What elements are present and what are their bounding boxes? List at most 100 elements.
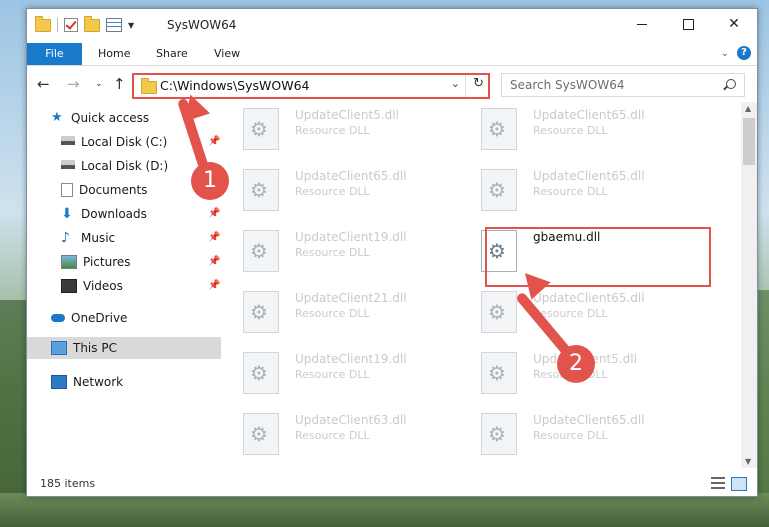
file-type: Resource DLL xyxy=(295,307,370,320)
step-badge-2: 2 xyxy=(557,345,595,383)
pin-icon[interactable]: 📌 xyxy=(208,208,220,219)
new-folder-icon[interactable] xyxy=(84,15,100,32)
file-type: Resource DLL xyxy=(295,185,370,198)
sidebar-item-quick-access[interactable]: ★ Quick access xyxy=(51,107,149,129)
tab-view[interactable]: View xyxy=(214,43,240,65)
sidebar-item-label: Local Disk (C:) xyxy=(81,135,168,149)
drive-icon xyxy=(61,160,75,172)
pin-icon[interactable]: 📌 xyxy=(208,256,220,267)
dll-file-icon xyxy=(243,230,279,272)
scroll-down-arrow-icon[interactable]: ▼ xyxy=(745,457,751,466)
recent-locations-chevron-icon[interactable]: ⌄ xyxy=(95,79,103,89)
refresh-icon[interactable]: ↻ xyxy=(473,76,484,91)
file-name: UpdateClient65.dll xyxy=(533,169,645,183)
dll-file-icon xyxy=(481,413,517,455)
expand-ribbon-chevron-icon[interactable]: ⌄ xyxy=(721,48,729,59)
pin-icon[interactable]: 📌 xyxy=(208,280,220,291)
sidebar-item-label: Pictures xyxy=(83,255,131,269)
file-name: UpdateClient65.dll xyxy=(533,291,645,305)
sidebar-item-onedrive[interactable]: OneDrive xyxy=(51,307,127,329)
cloud-icon xyxy=(51,314,65,322)
quick-access-toolbar: ▼ xyxy=(35,15,134,32)
file-type: Resource DLL xyxy=(295,246,370,259)
list-item[interactable]: UpdateClient19.dll Resource DLL xyxy=(225,224,457,280)
search-input[interactable]: Search SysWOW64 xyxy=(510,78,624,92)
title-bar: ▼ SysWOW64 ✕ xyxy=(27,9,757,43)
sidebar-item-videos[interactable]: Videos xyxy=(61,275,123,297)
scroll-up-arrow-icon[interactable]: ▲ xyxy=(745,104,751,113)
ribbon-tabs: File Home Share View ⌄ ? xyxy=(27,43,757,66)
properties-icon[interactable] xyxy=(106,18,122,32)
large-icons-view-icon[interactable] xyxy=(731,477,747,491)
sidebar-item-label: OneDrive xyxy=(71,311,128,325)
file-name: UpdateClient19.dll xyxy=(295,230,407,244)
sidebar-item-local-disk-c[interactable]: Local Disk (C:) xyxy=(61,131,167,153)
dll-file-icon xyxy=(243,108,279,150)
list-item[interactable]: UpdateClient5.dll Resource DLL xyxy=(225,102,457,158)
dll-file-icon xyxy=(481,169,517,211)
sidebar-item-network[interactable]: Network xyxy=(51,371,123,393)
download-icon: ⬇ xyxy=(61,206,73,222)
help-icon[interactable]: ? xyxy=(737,46,751,60)
up-arrow-icon[interactable]: ↑ xyxy=(113,75,126,93)
sidebar-item-label: Music xyxy=(81,231,116,245)
pin-icon[interactable]: 📌 xyxy=(208,232,220,243)
list-item[interactable]: UpdateClient63.dll Resource DLL xyxy=(225,407,457,463)
list-item[interactable]: UpdateClient65.dll Resource DLL xyxy=(463,407,695,463)
maximize-button[interactable] xyxy=(665,9,711,39)
minimize-button[interactable] xyxy=(619,9,665,39)
file-name: UpdateClient19.dll xyxy=(295,352,407,366)
music-icon: ♪ xyxy=(61,230,70,246)
videos-icon xyxy=(61,279,77,293)
details-view-icon[interactable] xyxy=(711,477,725,489)
dll-file-icon xyxy=(481,352,517,394)
network-icon xyxy=(51,375,67,389)
file-name: UpdateClient65.dll xyxy=(295,169,407,183)
sidebar-item-local-disk-d[interactable]: Local Disk (D:) xyxy=(61,155,168,177)
address-divider xyxy=(465,75,466,97)
navigation-pane: ★ Quick access Local Disk (C:) 📌 Local D… xyxy=(27,102,221,468)
pin-icon[interactable]: 📌 xyxy=(208,136,220,147)
documents-icon xyxy=(61,183,73,197)
back-arrow-icon[interactable]: ← xyxy=(37,75,50,93)
toolbar-divider xyxy=(57,18,58,32)
address-dropdown-chevron-icon[interactable]: ⌄ xyxy=(451,77,460,90)
scrollbar-thumb[interactable] xyxy=(743,118,755,165)
close-icon: ✕ xyxy=(728,16,740,32)
vertical-scrollbar[interactable]: ▲ ▼ xyxy=(741,102,757,468)
customize-toolbar-chevron-icon[interactable]: ▼ xyxy=(128,21,134,30)
file-name: UpdateClient21.dll xyxy=(295,291,407,305)
close-button[interactable]: ✕ xyxy=(711,9,757,39)
search-box[interactable]: Search SysWOW64 xyxy=(501,73,745,97)
tab-share[interactable]: Share xyxy=(156,43,188,65)
sidebar-item-label: Quick access xyxy=(71,111,150,125)
properties-check-icon[interactable] xyxy=(64,18,78,32)
list-item[interactable]: UpdateClient65.dll Resource DLL xyxy=(225,163,457,219)
sidebar-item-music[interactable]: ♪ Music xyxy=(61,227,115,249)
list-item[interactable]: UpdateClient65.dll Resource DLL xyxy=(463,163,695,219)
sidebar-item-downloads[interactable]: ⬇ Downloads xyxy=(61,203,147,225)
file-name: UpdateClient5.dll xyxy=(295,108,399,122)
address-path[interactable]: C:\Windows\SysWOW64 xyxy=(160,78,309,93)
sidebar-item-pictures[interactable]: Pictures xyxy=(61,251,131,273)
explorer-window: ▼ SysWOW64 ✕ File Home Share View ⌄ ? ← … xyxy=(26,8,758,497)
status-bar: 185 items xyxy=(27,472,757,496)
step-badge-1: 1 xyxy=(191,162,229,200)
dll-file-icon xyxy=(243,352,279,394)
file-type: Resource DLL xyxy=(533,124,608,137)
computer-icon xyxy=(51,341,67,355)
dll-file-icon xyxy=(243,169,279,211)
forward-arrow-icon[interactable]: → xyxy=(67,75,80,93)
list-item[interactable]: UpdateClient65.dll Resource DLL xyxy=(463,102,695,158)
tab-home[interactable]: Home xyxy=(98,43,130,65)
sidebar-item-label: Documents xyxy=(79,183,148,197)
list-item[interactable]: UpdateClient65.dll Resource DLL xyxy=(463,285,695,341)
background-ground xyxy=(0,493,769,527)
minimize-icon xyxy=(637,23,647,25)
pictures-icon xyxy=(61,255,77,269)
sidebar-item-documents[interactable]: Documents xyxy=(61,179,147,201)
tab-file[interactable]: File xyxy=(27,43,82,65)
list-item[interactable]: UpdateClient21.dll Resource DLL xyxy=(225,285,457,341)
sidebar-item-this-pc[interactable]: This PC xyxy=(27,337,221,359)
list-item[interactable]: UpdateClient19.dll Resource DLL xyxy=(225,346,457,402)
